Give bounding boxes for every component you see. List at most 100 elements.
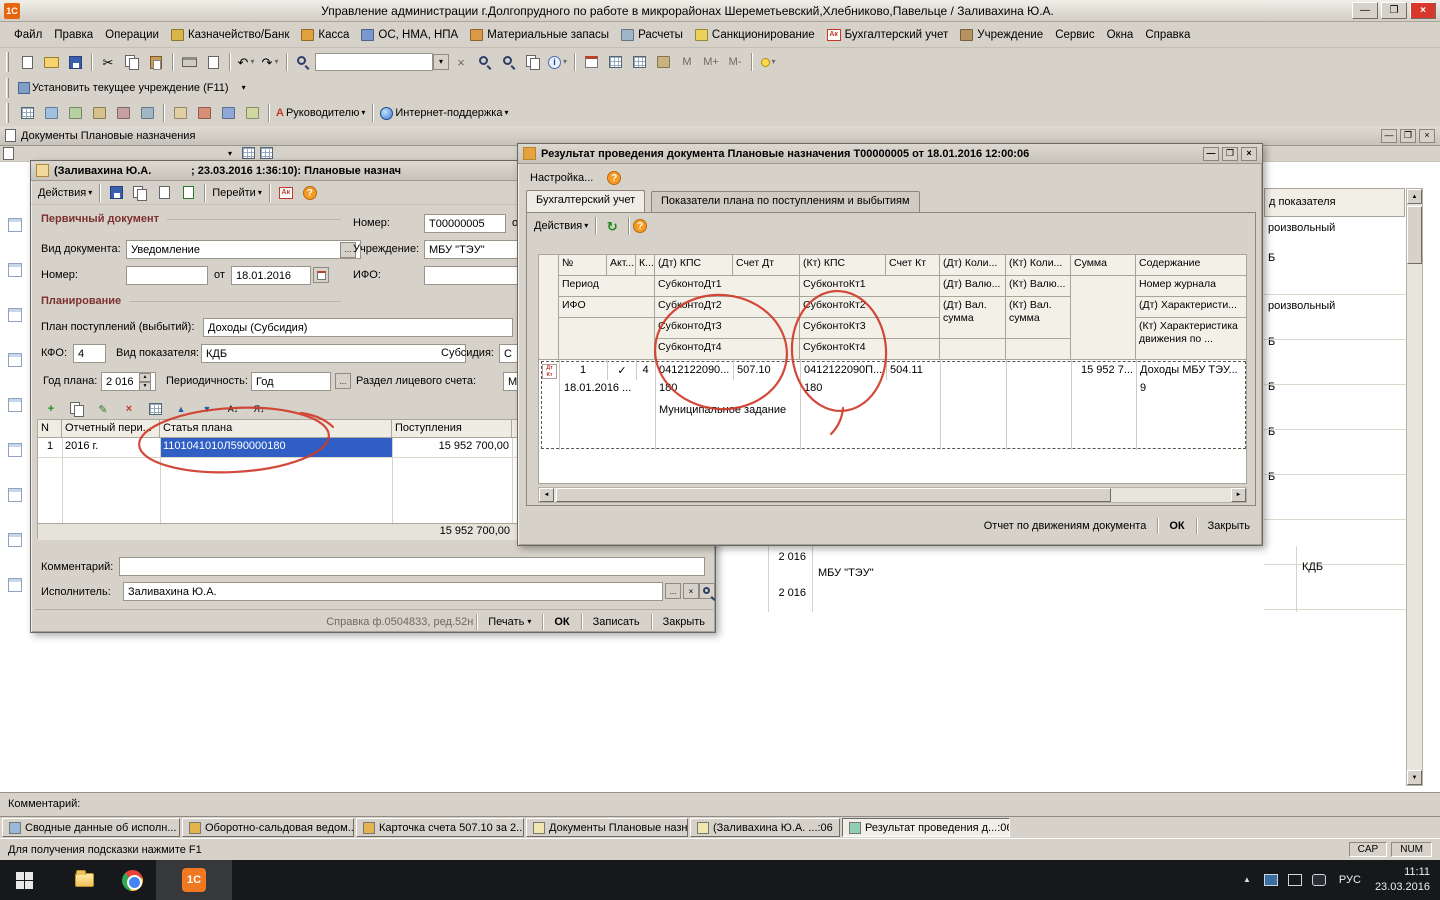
search-dropdown-button[interactable]: ▾ — [433, 54, 449, 70]
scroll-track[interactable] — [554, 488, 1231, 502]
menu-fixed-assets[interactable]: ОС, НМА, НПА — [355, 26, 464, 44]
menu-help[interactable]: Справка — [1139, 26, 1196, 44]
window-tab-turnover[interactable]: Оборотно-сальдовая ведом... — [182, 818, 354, 837]
memory-add-button[interactable]: М+ — [699, 51, 723, 73]
print-button[interactable] — [177, 51, 201, 73]
maximize-button[interactable]: ❐ — [1381, 2, 1407, 19]
toolbar-grip[interactable] — [6, 52, 9, 72]
executor-field[interactable]: Заливахина Ю.А. — [123, 582, 663, 601]
periodicity-select-button[interactable]: ... — [335, 373, 351, 389]
row-number-cell[interactable]: 1 — [38, 438, 62, 457]
language-indicator[interactable]: РУС — [1339, 874, 1361, 886]
account-card-button[interactable] — [216, 102, 240, 124]
post-document-button[interactable] — [176, 182, 200, 204]
mdi-vertical-scrollbar[interactable]: ▲ ▼ — [1406, 188, 1423, 786]
number2-field[interactable]: Т00000005 — [424, 214, 506, 233]
column-header-period[interactable]: Отчетный пери... — [62, 420, 160, 438]
copy-document-button[interactable] — [152, 182, 176, 204]
plan-year-field[interactable]: 2 016 ▲▼ — [101, 372, 156, 391]
redo-button[interactable]: ↷▾ — [258, 51, 282, 73]
scroll-up-button[interactable]: ▲ — [1407, 189, 1422, 204]
internet-support-button[interactable]: Интернет-поддержка ▾ — [377, 102, 511, 124]
question-icon[interactable]: ? — [633, 219, 647, 233]
menu-service[interactable]: Сервис — [1049, 26, 1100, 44]
calendar-button[interactable] — [579, 51, 603, 73]
table-view-icon[interactable] — [260, 147, 273, 159]
sort-descending-button[interactable]: Я↓ — [247, 400, 271, 418]
menu-edit[interactable]: Правка — [48, 26, 99, 44]
column-header-receipts[interactable]: Поступления — [392, 420, 512, 438]
find-previous-button[interactable] — [497, 51, 521, 73]
menu-authorization[interactable]: Санкционирование — [689, 26, 821, 44]
menu-treasury-bank[interactable]: Казначейство/Банк — [165, 26, 295, 44]
tips-button[interactable]: ▾ — [756, 51, 780, 73]
undo-button[interactable]: ↶▾ — [234, 51, 258, 73]
move-up-button[interactable]: ▲ — [169, 400, 193, 418]
copy-button[interactable] — [120, 51, 144, 73]
child-minimize-button[interactable]: — — [1381, 129, 1397, 143]
bg-institution-cell[interactable]: МБУ "ТЭУ" — [818, 567, 874, 579]
bg-cell[interactable]: Б — [1268, 381, 1275, 393]
ok-button[interactable]: ОК — [546, 614, 577, 630]
indicator-kind-field[interactable]: КДБ — [201, 344, 466, 363]
window-tab-documents[interactable]: Документы Плановые назн... — [526, 818, 688, 837]
tab-plan-indicators[interactable]: Показатели плана по поступлениям и выбыт… — [651, 191, 920, 212]
bg-cell[interactable]: Б — [1268, 336, 1275, 348]
cut-button[interactable]: ✂ — [96, 51, 120, 73]
volume-icon[interactable] — [1312, 874, 1326, 886]
postings-horizontal-scrollbar[interactable]: ◄ ► — [538, 487, 1247, 503]
bg-cell[interactable]: Б — [1268, 471, 1275, 483]
year-spinner[interactable]: ▲▼ — [139, 373, 151, 390]
table-board-button[interactable] — [627, 51, 651, 73]
dialog-maximize-button[interactable]: ❐ — [1222, 147, 1238, 161]
chevron-down-icon[interactable]: ▾ — [228, 150, 232, 158]
find-button[interactable] — [291, 51, 315, 73]
column-header-indicator[interactable]: д показателя — [1264, 188, 1405, 217]
quick-search-input[interactable] — [315, 53, 433, 71]
question-icon[interactable]: ? — [607, 171, 621, 185]
find-next-button[interactable] — [473, 51, 497, 73]
result-ok-button[interactable]: ОК — [1161, 518, 1192, 534]
dialog-minimize-button[interactable]: — — [1203, 147, 1219, 161]
scroll-left-button[interactable]: ◄ — [539, 488, 554, 502]
scrollbar-thumb[interactable] — [556, 488, 1111, 502]
window-tab-document[interactable]: (Заливахина Ю.А. ...:06 — [690, 818, 840, 837]
bg-cell[interactable]: Б — [1268, 252, 1275, 264]
tab-accounting[interactable]: Бухгалтерский учет — [526, 190, 645, 212]
1c-app-button[interactable]: 1С — [156, 860, 232, 900]
save-document-button[interactable] — [104, 182, 128, 204]
close-button[interactable]: × — [1410, 2, 1436, 19]
calculator-button[interactable] — [603, 51, 627, 73]
reread-button[interactable] — [128, 182, 152, 204]
window-tab-posting-result[interactable]: Результат проведения д...:06 — [842, 818, 1010, 837]
window-tab-summary[interactable]: Сводные данные об исполн... — [2, 818, 180, 837]
operations-journal-button[interactable] — [63, 102, 87, 124]
report-period-cell[interactable]: 2016 г. — [62, 438, 160, 457]
row-settings-button[interactable] — [143, 400, 167, 418]
edit-row-button[interactable]: ✎ — [91, 400, 115, 418]
add-row-button[interactable]: + — [39, 400, 63, 418]
goto-button[interactable]: Перейти▾ — [209, 182, 265, 204]
child-restore-button[interactable]: ❐ — [1400, 129, 1416, 143]
kfo-field[interactable]: 4 — [73, 344, 106, 363]
set-current-institution-button[interactable]: Установить текущее учреждение (F11) — [15, 77, 232, 99]
copy-row-button[interactable] — [65, 400, 89, 418]
print-preview-button[interactable] — [201, 51, 225, 73]
close-dialog-button[interactable]: Закрыть — [655, 614, 713, 630]
bg-cell[interactable]: роизвольный — [1268, 300, 1335, 312]
toolbar-grip[interactable] — [6, 103, 9, 123]
journal-button[interactable] — [15, 102, 39, 124]
actions-button[interactable]: Действия▾ — [35, 182, 95, 204]
result-close-button[interactable]: Закрыть — [1200, 518, 1258, 534]
open-button[interactable] — [39, 51, 63, 73]
minimize-button[interactable]: — — [1352, 2, 1378, 19]
menu-operations[interactable]: Операции — [99, 26, 165, 44]
posting-row[interactable]: ДтКт 1 ✓ 4 18.01.2016 ... 0412122090... … — [540, 360, 1247, 450]
menu-inventory[interactable]: Материальные запасы — [464, 26, 615, 44]
executor-clear-button[interactable]: × — [683, 583, 699, 599]
chrome-button[interactable] — [108, 860, 156, 900]
executor-open-button[interactable] — [699, 583, 715, 599]
scroll-right-button[interactable]: ► — [1231, 488, 1246, 502]
result-actions-button[interactable]: Действия▾ — [531, 215, 591, 237]
save-button[interactable] — [63, 51, 87, 73]
